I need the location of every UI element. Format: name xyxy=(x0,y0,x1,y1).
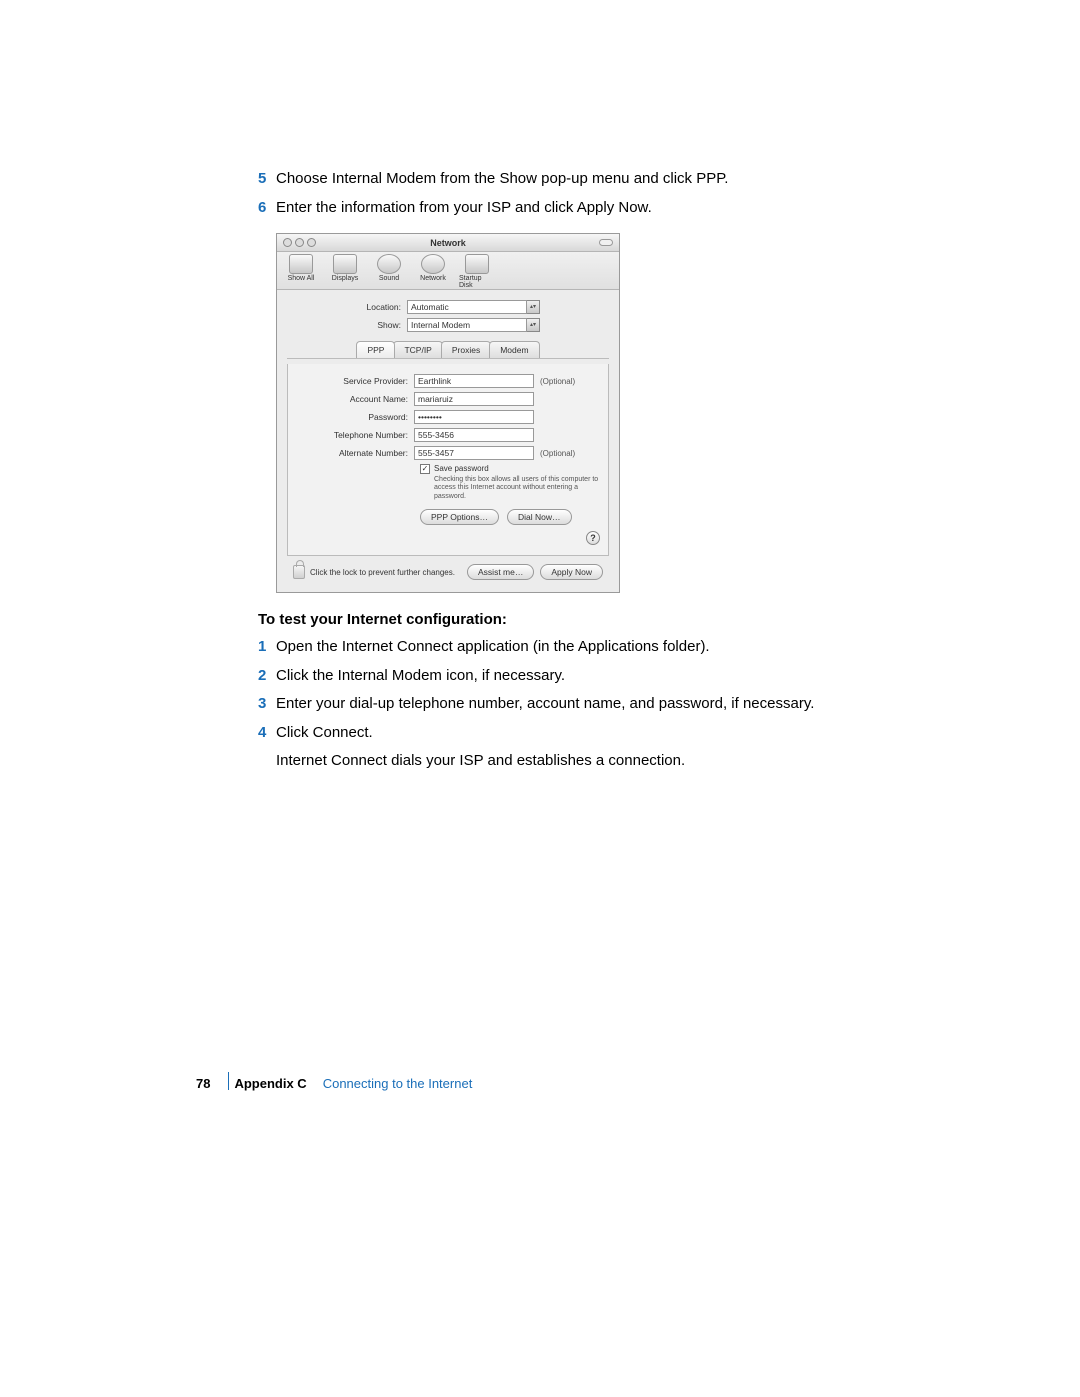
tab-tcpip[interactable]: TCP/IP xyxy=(393,341,442,358)
page-content: 5 Choose Internal Modem from the Show po… xyxy=(258,168,878,779)
assist-me-button[interactable]: Assist me… xyxy=(467,564,534,580)
save-password-label: Save password xyxy=(434,464,489,473)
window-title: Network xyxy=(277,238,619,248)
help-button[interactable]: ? xyxy=(586,531,600,545)
step-text: Choose Internal Modem from the Show pop-… xyxy=(276,168,878,191)
prefs-panel: Location: Automatic ▴▾ Show: Internal Mo… xyxy=(277,290,619,592)
step-number: 5 xyxy=(258,168,276,191)
page-number: 78 xyxy=(196,1076,210,1091)
location-label: Location: xyxy=(287,302,407,312)
step-text: Enter the information from your ISP and … xyxy=(276,197,878,220)
ppp-options-button[interactable]: PPP Options… xyxy=(420,509,499,525)
ppp-button-row: PPP Options… Dial Now… xyxy=(420,509,602,525)
password-row: Password: •••••••• xyxy=(294,410,602,424)
location-row: Location: Automatic ▴▾ xyxy=(287,300,609,314)
step-1: 1 Open the Internet Connect application … xyxy=(258,636,878,659)
toolbar-network[interactable]: Network xyxy=(415,254,451,282)
alternate-input[interactable]: 555-3457 xyxy=(414,446,534,460)
account-name-row: Account Name: mariaruiz xyxy=(294,392,602,406)
sound-icon xyxy=(377,254,401,274)
appendix-label: Appendix C xyxy=(234,1076,306,1091)
step-number: 6 xyxy=(258,197,276,220)
step-5: 5 Choose Internal Modem from the Show po… xyxy=(258,168,878,191)
step-6: 6 Enter the information from your ISP an… xyxy=(258,197,878,220)
network-prefs-window: Network Show All Displays Sound Network xyxy=(276,233,620,593)
toolbar-show-all[interactable]: Show All xyxy=(283,254,319,282)
footer-separator xyxy=(228,1072,229,1090)
password-input[interactable]: •••••••• xyxy=(414,410,534,424)
apply-now-button[interactable]: Apply Now xyxy=(540,564,603,580)
chevron-updown-icon[interactable]: ▴▾ xyxy=(527,300,540,314)
closing-paragraph: Internet Connect dials your ISP and esta… xyxy=(276,750,878,773)
service-provider-input[interactable]: Earthlink xyxy=(414,374,534,388)
alternate-row: Alternate Number: 555-3457 (Optional) xyxy=(294,446,602,460)
toolbar-displays[interactable]: Displays xyxy=(327,254,363,282)
save-password-row[interactable]: ✓ Save password xyxy=(420,464,602,474)
service-provider-row: Service Provider: Earthlink (Optional) xyxy=(294,374,602,388)
window-footer: Click the lock to prevent further change… xyxy=(287,556,609,588)
network-icon xyxy=(421,254,445,274)
dial-now-button[interactable]: Dial Now… xyxy=(507,509,572,525)
window-titlebar: Network xyxy=(277,234,619,252)
tab-modem[interactable]: Modem xyxy=(489,341,539,358)
save-password-checkbox[interactable]: ✓ xyxy=(420,464,430,474)
show-row: Show: Internal Modem ▴▾ xyxy=(287,318,609,332)
lock-text: Click the lock to prevent further change… xyxy=(310,568,455,577)
tab-proxies[interactable]: Proxies xyxy=(441,341,491,358)
account-name-input[interactable]: mariaruiz xyxy=(414,392,534,406)
location-select[interactable]: Automatic xyxy=(407,300,527,314)
show-all-icon xyxy=(289,254,313,274)
startup-disk-icon xyxy=(465,254,489,274)
show-select[interactable]: Internal Modem xyxy=(407,318,527,332)
ppp-tab-content: Service Provider: Earthlink (Optional) A… xyxy=(287,364,609,556)
page-footer: 78 Appendix C Connecting to the Internet xyxy=(196,1076,472,1091)
toolbar-startup-disk[interactable]: Startup Disk xyxy=(459,254,495,289)
telephone-row: Telephone Number: 555-3456 xyxy=(294,428,602,442)
show-label: Show: xyxy=(287,320,407,330)
save-password-hint: Checking this box allows all users of th… xyxy=(434,476,602,501)
tab-ppp[interactable]: PPP xyxy=(356,341,395,358)
step-4: 4 Click Connect. xyxy=(258,722,878,745)
displays-icon xyxy=(333,254,357,274)
toolbar-toggle-pill[interactable] xyxy=(599,239,613,246)
lock-icon[interactable] xyxy=(293,565,305,579)
prefs-toolbar: Show All Displays Sound Network Startup … xyxy=(277,252,619,290)
test-config-heading: To test your Internet configuration: xyxy=(258,611,878,628)
step-2: 2 Click the Internal Modem icon, if nece… xyxy=(258,665,878,688)
tab-bar: PPP TCP/IP Proxies Modem xyxy=(287,341,609,359)
toolbar-sound[interactable]: Sound xyxy=(371,254,407,282)
chevron-updown-icon[interactable]: ▴▾ xyxy=(527,318,540,332)
step-3: 3 Enter your dial-up telephone number, a… xyxy=(258,693,878,716)
telephone-input[interactable]: 555-3456 xyxy=(414,428,534,442)
appendix-title: Connecting to the Internet xyxy=(323,1076,473,1091)
